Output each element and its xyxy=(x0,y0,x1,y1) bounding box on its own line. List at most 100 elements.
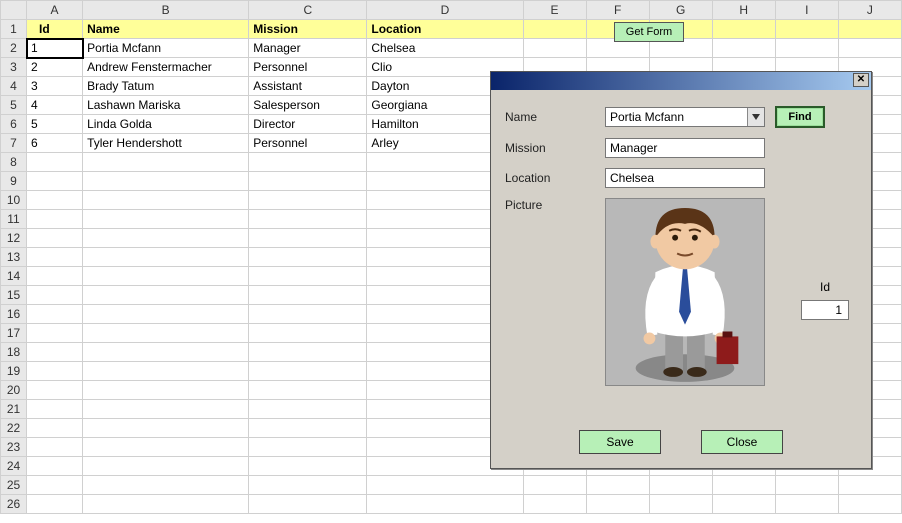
cell[interactable]: Andrew Fenstermacher xyxy=(83,58,249,77)
col-header[interactable]: I xyxy=(775,1,838,20)
cell[interactable] xyxy=(83,362,249,381)
row-header[interactable]: 26 xyxy=(1,495,27,514)
cell[interactable] xyxy=(712,476,775,495)
cell[interactable] xyxy=(83,324,249,343)
cell[interactable] xyxy=(27,210,83,229)
cell[interactable]: Id xyxy=(27,20,83,39)
cell[interactable] xyxy=(27,172,83,191)
cell[interactable]: 2 xyxy=(27,58,83,77)
id-input[interactable]: 1 xyxy=(801,300,849,320)
cell[interactable] xyxy=(249,248,367,267)
cell[interactable] xyxy=(523,476,586,495)
cell[interactable]: Assistant xyxy=(249,77,367,96)
cell[interactable] xyxy=(27,286,83,305)
cell[interactable] xyxy=(83,476,249,495)
cell[interactable] xyxy=(249,210,367,229)
cell[interactable] xyxy=(27,419,83,438)
cell[interactable] xyxy=(775,495,838,514)
row-header[interactable]: 7 xyxy=(1,134,27,153)
cell[interactable] xyxy=(83,210,249,229)
cell[interactable] xyxy=(249,229,367,248)
row-header[interactable]: 5 xyxy=(1,96,27,115)
row-header[interactable]: 13 xyxy=(1,248,27,267)
col-header[interactable]: E xyxy=(523,1,586,20)
col-header[interactable]: D xyxy=(367,1,523,20)
cell[interactable] xyxy=(586,495,649,514)
col-header[interactable]: B xyxy=(83,1,249,20)
cell[interactable] xyxy=(83,457,249,476)
cell[interactable] xyxy=(83,343,249,362)
row-header[interactable]: 8 xyxy=(1,153,27,172)
cell[interactable] xyxy=(523,39,586,58)
cell[interactable] xyxy=(649,495,712,514)
cell[interactable] xyxy=(249,362,367,381)
cell[interactable]: 5 xyxy=(27,115,83,134)
row-header[interactable]: 21 xyxy=(1,400,27,419)
cell[interactable] xyxy=(775,476,838,495)
cell[interactable] xyxy=(523,20,586,39)
row-header[interactable]: 1 xyxy=(1,20,27,39)
save-button[interactable]: Save xyxy=(579,430,661,454)
cell[interactable] xyxy=(249,286,367,305)
select-all-corner[interactable] xyxy=(1,1,27,20)
find-button[interactable]: Find xyxy=(775,106,825,128)
cell[interactable] xyxy=(249,267,367,286)
row-header[interactable]: 12 xyxy=(1,229,27,248)
cell[interactable] xyxy=(83,191,249,210)
row-header[interactable]: 19 xyxy=(1,362,27,381)
col-header[interactable]: J xyxy=(838,1,901,20)
cell[interactable] xyxy=(249,495,367,514)
cell[interactable] xyxy=(27,229,83,248)
cell[interactable] xyxy=(712,495,775,514)
row-header[interactable]: 11 xyxy=(1,210,27,229)
cell[interactable]: Personnel xyxy=(249,58,367,77)
cell[interactable] xyxy=(83,419,249,438)
cell[interactable] xyxy=(83,153,249,172)
cell[interactable] xyxy=(249,476,367,495)
cell[interactable] xyxy=(27,191,83,210)
cell[interactable] xyxy=(27,381,83,400)
cell[interactable]: Tyler Hendershott xyxy=(83,134,249,153)
col-header[interactable]: H xyxy=(712,1,775,20)
row-header[interactable]: 9 xyxy=(1,172,27,191)
cell[interactable] xyxy=(27,362,83,381)
row-header[interactable]: 17 xyxy=(1,324,27,343)
row-header[interactable]: 20 xyxy=(1,381,27,400)
location-input[interactable]: Chelsea xyxy=(605,168,765,188)
mission-input[interactable]: Manager xyxy=(605,138,765,158)
cell[interactable]: Lashawn Mariska xyxy=(83,96,249,115)
get-form-button[interactable]: Get Form xyxy=(614,22,684,42)
cell[interactable]: Manager xyxy=(249,39,367,58)
cell[interactable]: Salesperson xyxy=(249,96,367,115)
cell[interactable] xyxy=(586,476,649,495)
cell[interactable] xyxy=(83,400,249,419)
cell[interactable] xyxy=(27,267,83,286)
cell[interactable]: 4 xyxy=(27,96,83,115)
cell[interactable] xyxy=(712,39,775,58)
cell[interactable]: Name xyxy=(83,20,249,39)
cell[interactable] xyxy=(27,400,83,419)
row-header[interactable]: 14 xyxy=(1,267,27,286)
dialog-close-button[interactable]: ✕ xyxy=(853,73,869,87)
cell[interactable] xyxy=(27,495,83,514)
cell[interactable] xyxy=(83,286,249,305)
cell[interactable]: Linda Golda xyxy=(83,115,249,134)
cell[interactable] xyxy=(83,267,249,286)
cell[interactable] xyxy=(249,457,367,476)
cell[interactable] xyxy=(249,191,367,210)
row-header[interactable]: 3 xyxy=(1,58,27,77)
cell[interactable] xyxy=(775,20,838,39)
cell[interactable] xyxy=(249,419,367,438)
dialog-titlebar[interactable]: ✕ xyxy=(491,72,871,90)
cell[interactable]: Mission xyxy=(249,20,367,39)
cell[interactable] xyxy=(838,39,901,58)
cell[interactable]: Location xyxy=(367,20,523,39)
cell[interactable] xyxy=(27,343,83,362)
cell[interactable]: Portia Mcfann xyxy=(83,39,249,58)
name-dropdown-button[interactable] xyxy=(747,108,764,126)
cell[interactable]: Personnel xyxy=(249,134,367,153)
row-header[interactable]: 2 xyxy=(1,39,27,58)
row-header[interactable]: 25 xyxy=(1,476,27,495)
cell[interactable] xyxy=(27,305,83,324)
cell[interactable]: 6 xyxy=(27,134,83,153)
